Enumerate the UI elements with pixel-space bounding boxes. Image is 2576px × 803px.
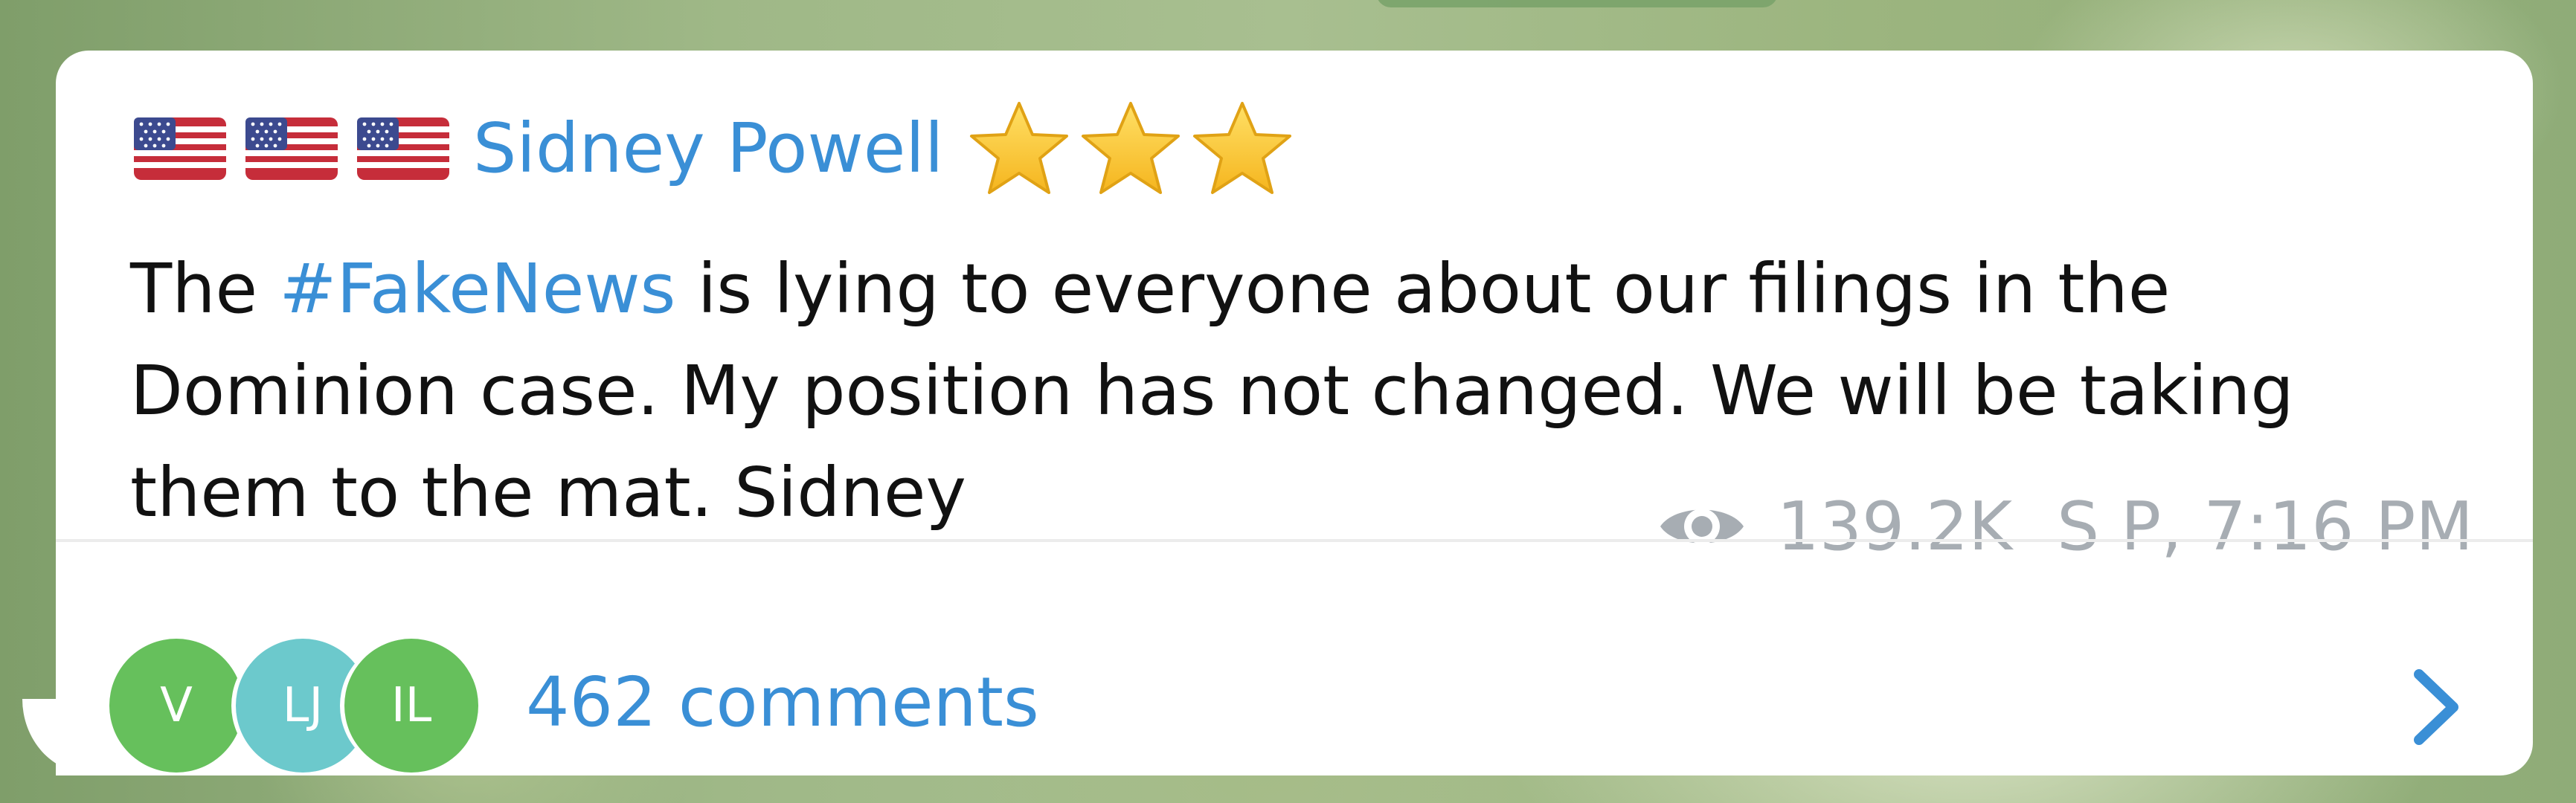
comments-count-label[interactable]: 462 comments	[526, 655, 1039, 751]
channel-post-bubble: Sidney Powell The #FakeNews is lying to …	[56, 51, 2533, 775]
star-icon	[970, 102, 1069, 194]
chevron-right-icon[interactable]	[2410, 668, 2462, 746]
star-icon	[1082, 102, 1181, 194]
hashtag-link[interactable]: #FakeNews	[279, 249, 675, 329]
comments-button[interactable]: V LJ IL 462 comments	[56, 542, 2533, 775]
date-pill	[1376, 0, 1778, 7]
us-flag-icon	[357, 117, 449, 180]
us-flag-icon	[134, 117, 226, 180]
author-name[interactable]: Sidney Powell	[473, 115, 943, 183]
star-icon	[1193, 102, 1292, 194]
avatar: IL	[344, 639, 478, 773]
message-text-start: The	[130, 249, 280, 329]
us-flag-icon	[245, 117, 338, 180]
avatar: V	[109, 639, 243, 773]
post-header: Sidney Powell	[134, 102, 1302, 194]
